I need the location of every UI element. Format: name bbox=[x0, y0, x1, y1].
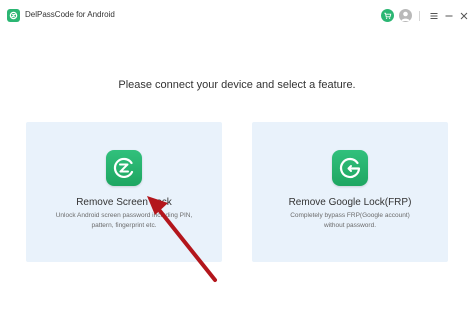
google-lock-g-icon bbox=[332, 150, 368, 186]
remove-screen-lock-card[interactable]: Remove Screen Lock Unlock Android screen… bbox=[26, 122, 222, 262]
feature-title: Remove Screen Lock bbox=[76, 197, 172, 208]
titlebar-divider bbox=[419, 11, 420, 21]
feature-description-line: Unlock Android screen password including… bbox=[55, 212, 193, 219]
app-title: DelPassCode for Android bbox=[25, 10, 115, 19]
minimize-icon[interactable] bbox=[442, 9, 455, 22]
cart-icon[interactable] bbox=[381, 9, 394, 22]
menu-icon[interactable] bbox=[427, 9, 440, 22]
feature-description-line: Completely bypass FRP(Google account) bbox=[290, 212, 410, 219]
feature-description: Unlock Android screen password including… bbox=[40, 211, 208, 231]
feature-description-line: without password. bbox=[323, 222, 377, 229]
close-icon[interactable] bbox=[457, 9, 470, 22]
app-logo-icon bbox=[7, 9, 20, 22]
feature-description: Completely bypass FRP(Google account) wi… bbox=[266, 211, 434, 231]
user-icon[interactable] bbox=[399, 9, 412, 22]
feature-description-line: pattern, fingerprint etc. bbox=[91, 222, 157, 229]
page-prompt: Please connect your device and select a … bbox=[118, 79, 356, 91]
feature-title: Remove Google Lock(FRP) bbox=[288, 197, 412, 208]
title-bar: DelPassCode for Android bbox=[0, 0, 474, 32]
screen-lock-z-icon bbox=[106, 150, 142, 186]
app-window: DelPassCode for Android Please connect y… bbox=[0, 0, 474, 329]
remove-google-lock-card[interactable]: Remove Google Lock(FRP) Completely bypas… bbox=[252, 122, 448, 262]
